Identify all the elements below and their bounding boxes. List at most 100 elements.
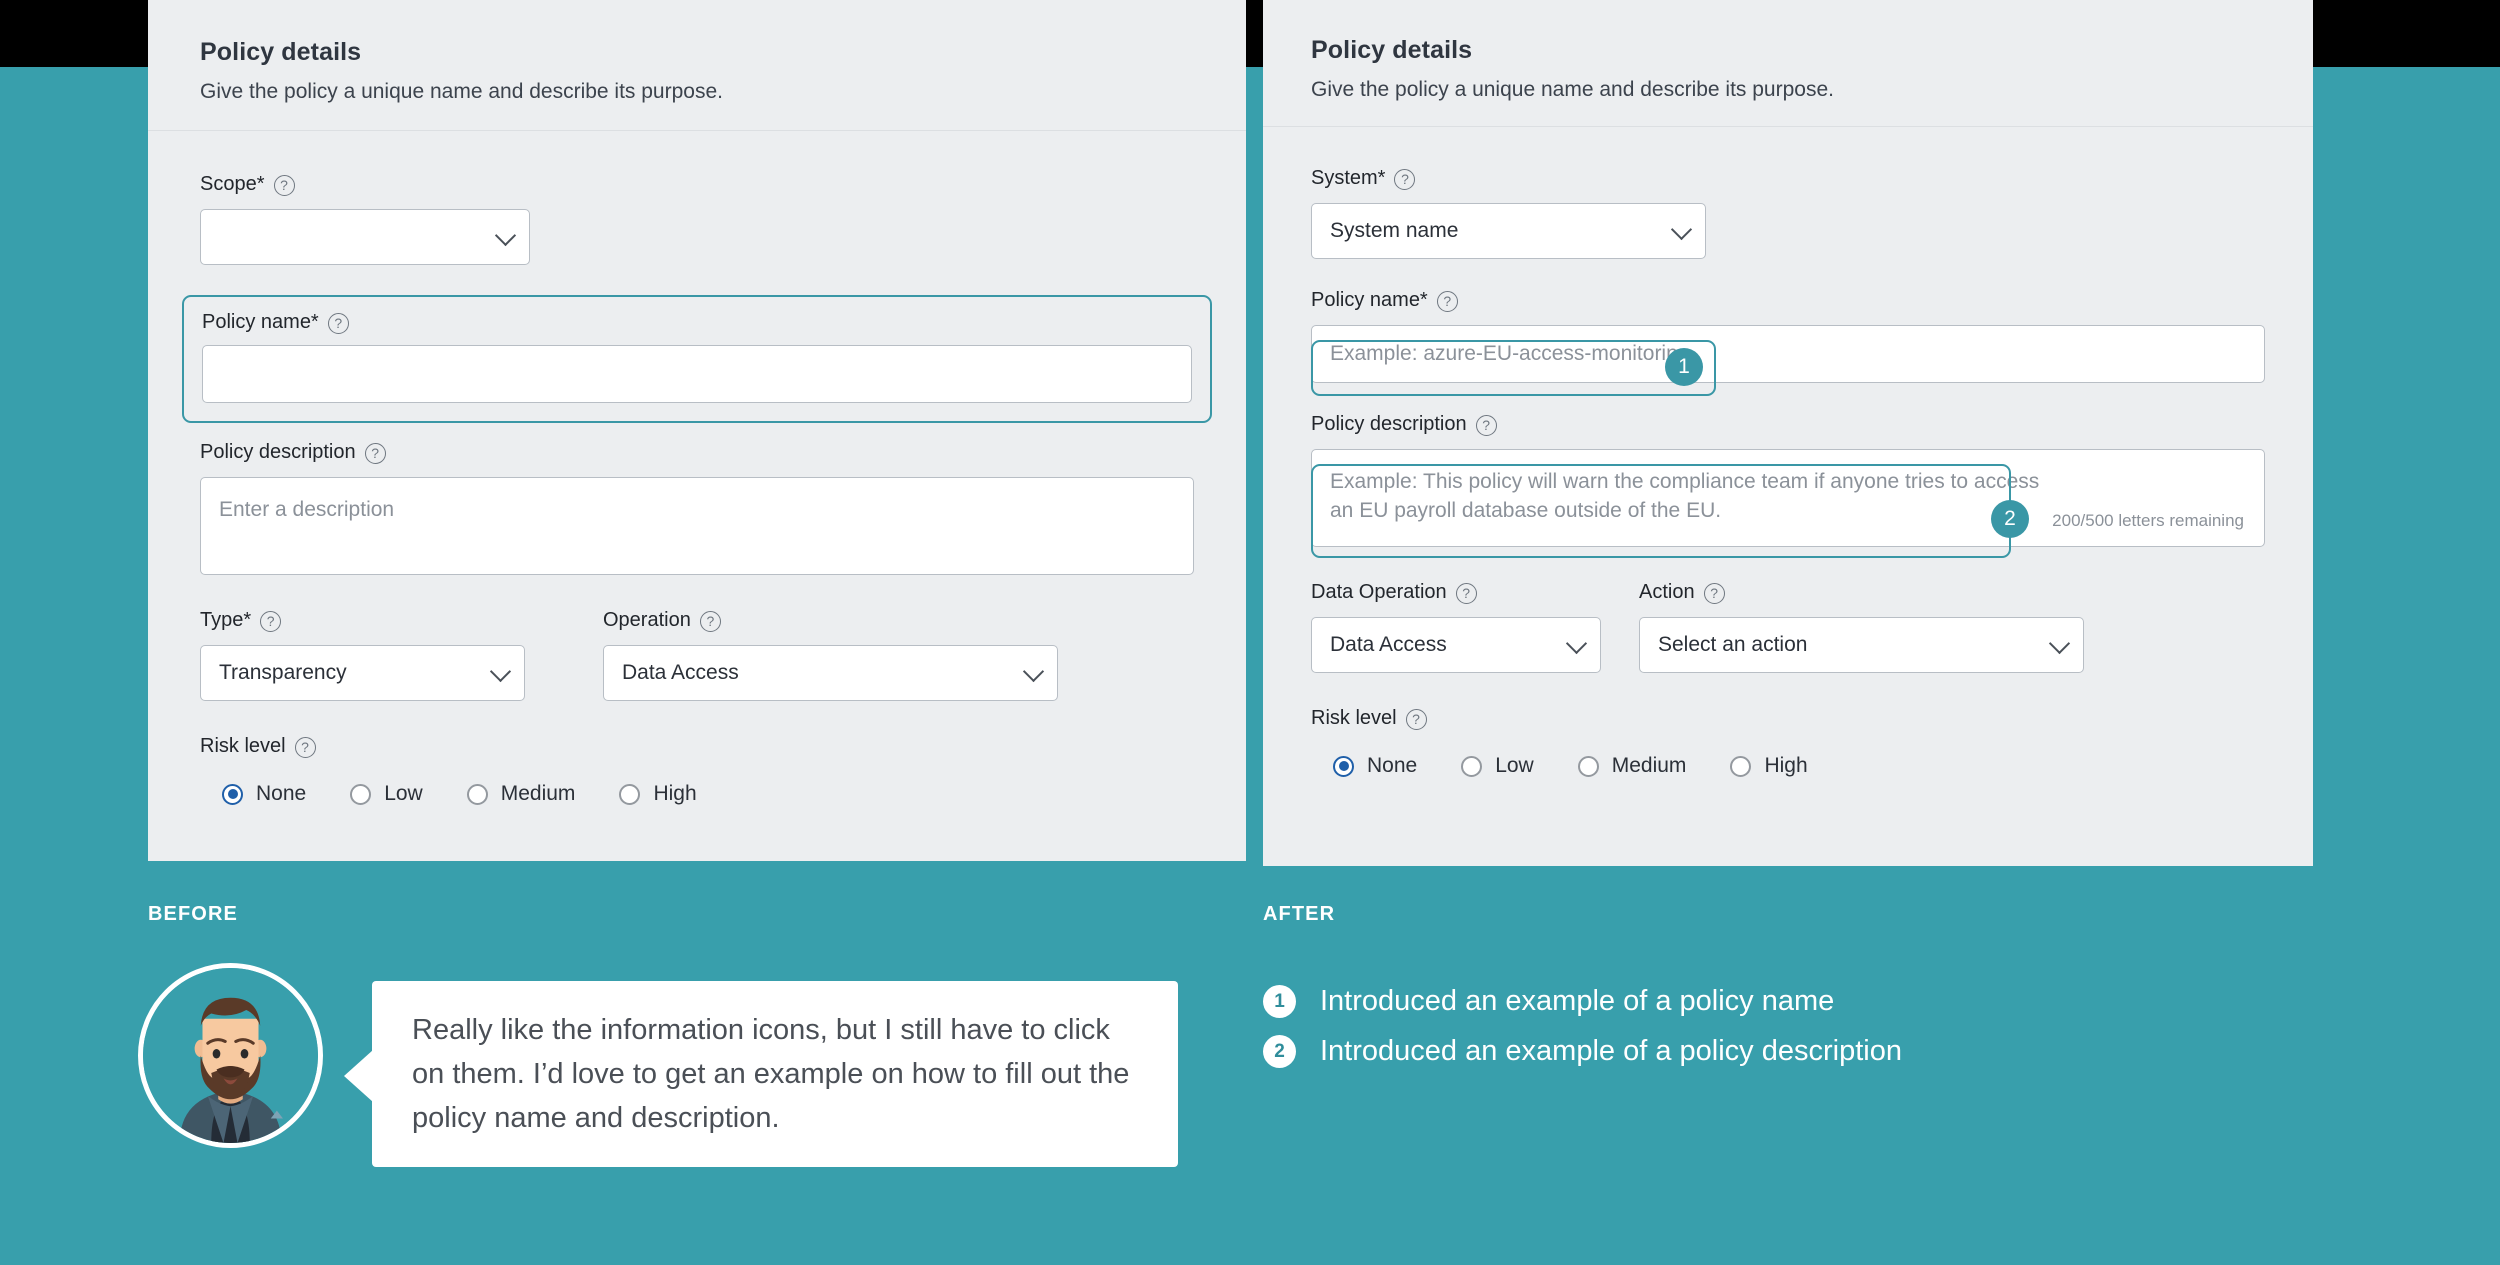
before-label: BEFORE	[148, 903, 238, 925]
before-panel-body: Scope* ? Policy name* ? Policy descripti…	[148, 131, 1246, 806]
label-policy-name-text: Policy name*	[202, 311, 319, 333]
scope-select[interactable]	[200, 209, 530, 265]
list-item-label: Introduced an example of a policy descri…	[1320, 1035, 1902, 1067]
policy-name-placeholder: Example: azure-EU-access-monitoring	[1330, 342, 1690, 365]
list-item: 1 Introduced an example of a policy name	[1263, 985, 1902, 1018]
help-icon[interactable]: ?	[699, 611, 721, 632]
chevron-down-icon	[1022, 660, 1045, 683]
type-select[interactable]: Transparency	[200, 645, 525, 701]
radio-indicator	[466, 783, 488, 805]
policy-name-input[interactable]: Example: azure-EU-access-monitoring	[1311, 325, 2265, 383]
radio-risk-medium[interactable]: Medium	[466, 782, 576, 806]
label-policy-name: Policy name* ?	[1311, 289, 2265, 312]
radio-label: None	[1367, 754, 1418, 777]
chevron-down-icon	[1670, 218, 1693, 241]
risk-level-radio-group: None Low Medium High	[200, 782, 1194, 806]
type-operation-row: Type* ? Transparency Operation ? Data Ac…	[200, 609, 1194, 701]
help-icon[interactable]: ?	[1475, 415, 1497, 436]
label-system: System* ?	[1311, 167, 2265, 190]
radio-label: Medium	[500, 782, 576, 805]
label-policy-description: Policy description ?	[200, 441, 1194, 464]
page-subtitle: Give the policy a unique name and descri…	[1311, 78, 1834, 101]
radio-label: Low	[1495, 754, 1534, 777]
system-select[interactable]: System name	[1311, 203, 1706, 259]
radio-risk-medium[interactable]: Medium	[1577, 754, 1687, 778]
field-operation: Operation ? Data Access	[603, 609, 1058, 701]
before-panel-header: Policy details Give the policy a unique …	[148, 0, 1246, 131]
field-action: Action ? Select an action	[1639, 581, 2084, 673]
label-policy-description-text: Policy description	[200, 441, 356, 463]
help-icon[interactable]: ?	[1455, 583, 1477, 604]
radio-risk-high[interactable]: High	[619, 782, 697, 806]
operation-select[interactable]: Data Access	[603, 645, 1058, 701]
label-risk-level: Risk level ?	[200, 735, 1194, 758]
field-risk-level: Risk level ? None Low Medium High	[200, 735, 1194, 806]
policy-description-placeholder: Example: This policy will warn the compl…	[1330, 470, 2040, 522]
page-title: Policy details	[200, 38, 362, 66]
help-icon[interactable]: ?	[1436, 291, 1458, 312]
radio-risk-none[interactable]: None	[1333, 754, 1417, 778]
annotation-badge-1: 1	[1665, 348, 1703, 386]
help-icon[interactable]: ?	[1405, 709, 1427, 730]
label-scope-text: Scope*	[200, 173, 265, 195]
field-type: Type* ? Transparency	[200, 609, 525, 701]
action-select[interactable]: Select an action	[1639, 617, 2084, 673]
label-type-text: Type*	[200, 609, 252, 631]
page-subtitle: Give the policy a unique name and descri…	[200, 80, 723, 103]
radio-risk-low[interactable]: Low	[1461, 754, 1534, 778]
label-scope: Scope* ?	[200, 173, 1194, 196]
help-icon[interactable]: ?	[260, 611, 282, 632]
label-action: Action ?	[1639, 581, 2084, 604]
label-action-text: Action	[1639, 581, 1695, 603]
label-policy-name: Policy name* ?	[202, 311, 1192, 334]
policy-name-input[interactable]	[202, 345, 1192, 403]
before-panel: Policy details Give the policy a unique …	[148, 0, 1246, 861]
speech-bubble-tail	[344, 1050, 373, 1102]
speech-bubble: Really like the information icons, but I…	[372, 981, 1178, 1167]
chevron-down-icon	[494, 224, 517, 247]
radio-label: High	[1764, 754, 1808, 777]
chevron-down-icon	[2048, 632, 2071, 655]
policy-description-textarea[interactable]: Example: This policy will warn the compl…	[1311, 449, 2265, 547]
type-select-value: Transparency	[219, 661, 347, 684]
field-policy-description: Policy description ? Enter a description	[200, 441, 1194, 575]
list-item: 2 Introduced an example of a policy desc…	[1263, 1035, 1902, 1068]
label-policy-name-text: Policy name*	[1311, 289, 1428, 311]
after-label: AFTER	[1263, 903, 1336, 925]
help-icon[interactable]: ?	[294, 737, 316, 758]
label-risk-level-text: Risk level	[1311, 707, 1397, 729]
help-icon[interactable]: ?	[364, 443, 386, 464]
label-data-operation: Data Operation ?	[1311, 581, 1601, 604]
label-risk-level-text: Risk level	[200, 735, 286, 757]
policy-description-textarea[interactable]: Enter a description	[200, 477, 1194, 575]
help-icon[interactable]: ?	[1394, 169, 1416, 190]
help-icon[interactable]: ?	[327, 313, 349, 334]
annotation-badge-2: 2	[1991, 500, 2029, 538]
radio-indicator	[1333, 755, 1354, 777]
chevron-down-icon	[489, 660, 512, 683]
label-operation-text: Operation	[603, 609, 691, 631]
radio-risk-low[interactable]: Low	[350, 782, 423, 806]
help-icon[interactable]: ?	[1703, 583, 1725, 604]
radio-label: Medium	[1611, 754, 1687, 777]
field-policy-name-highlighted: Policy name* ?	[182, 295, 1212, 423]
data-operation-select[interactable]: Data Access	[1311, 617, 1601, 673]
radio-label: Low	[384, 782, 423, 805]
field-data-operation: Data Operation ? Data Access	[1311, 581, 1601, 673]
avatar	[138, 963, 323, 1148]
radio-indicator	[619, 783, 641, 805]
after-panel-body: System* ? System name Policy name* ? Exa…	[1263, 127, 2313, 778]
policy-description-placeholder: Enter a description	[219, 498, 395, 521]
system-select-value: System name	[1330, 219, 1459, 242]
help-icon[interactable]: ?	[273, 175, 295, 196]
chevron-down-icon	[1565, 632, 1588, 655]
radio-risk-none[interactable]: None	[222, 782, 306, 806]
quote-text: Really like the information icons, but I…	[412, 1013, 1130, 1135]
top-black-band	[0, 0, 148, 67]
field-policy-description: Policy description ? Example: This polic…	[1311, 413, 2265, 547]
risk-level-radio-group: None Low Medium High	[1311, 754, 2265, 778]
list-item-number: 2	[1263, 1035, 1296, 1068]
action-select-value: Select an action	[1658, 633, 1808, 656]
after-panel: Policy details Give the policy a unique …	[1263, 0, 2313, 866]
radio-risk-high[interactable]: High	[1730, 754, 1808, 778]
